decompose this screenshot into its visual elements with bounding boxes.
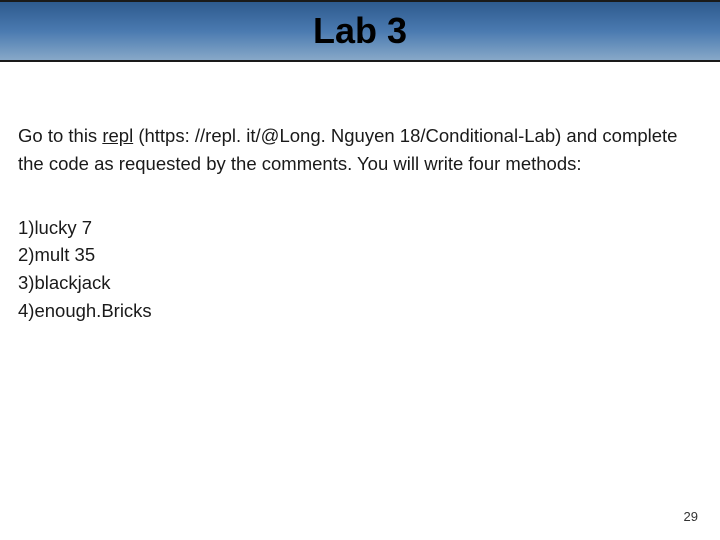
repl-link[interactable]: repl — [102, 125, 133, 146]
list-item: 2)mult 35 — [18, 241, 702, 269]
slide-title: Lab 3 — [313, 10, 407, 52]
list-item: 1)lucky 7 — [18, 214, 702, 242]
methods-list: 1)lucky 7 2)mult 35 3)blackjack 4)enough… — [18, 214, 702, 325]
page-number: 29 — [684, 509, 698, 524]
slide-content: Go to this repl (https: //repl. it/@Long… — [0, 62, 720, 325]
title-bar: Lab 3 — [0, 0, 720, 62]
instruction-paragraph: Go to this repl (https: //repl. it/@Long… — [18, 122, 702, 178]
paragraph-prefix: Go to this — [18, 125, 102, 146]
list-item: 4)enough.Bricks — [18, 297, 702, 325]
list-item: 3)blackjack — [18, 269, 702, 297]
